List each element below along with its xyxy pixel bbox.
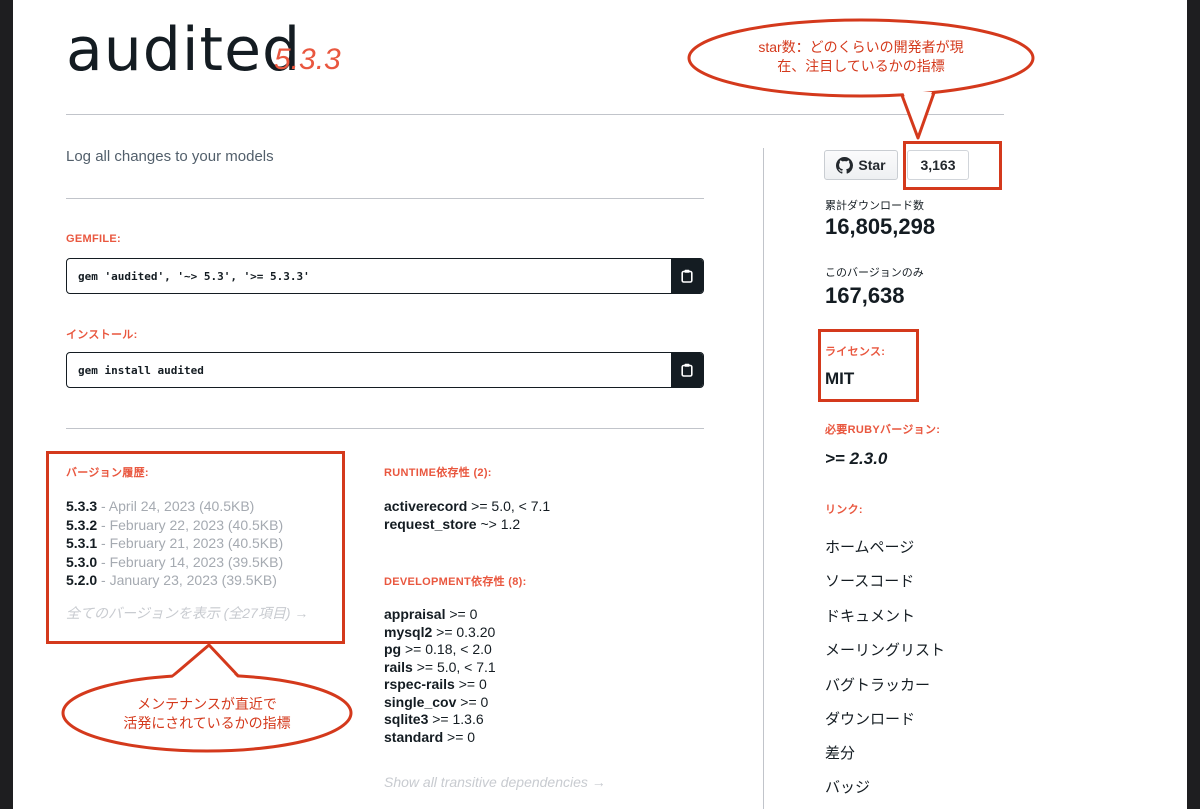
callout-shapes <box>61 18 1035 753</box>
version-callout-text: メンテナンスが直近で 活発にされているかの指標 <box>123 696 291 731</box>
star-callout-text: star数：どのくらいの開発者が現 在、注目しているかの指標 <box>758 39 964 74</box>
